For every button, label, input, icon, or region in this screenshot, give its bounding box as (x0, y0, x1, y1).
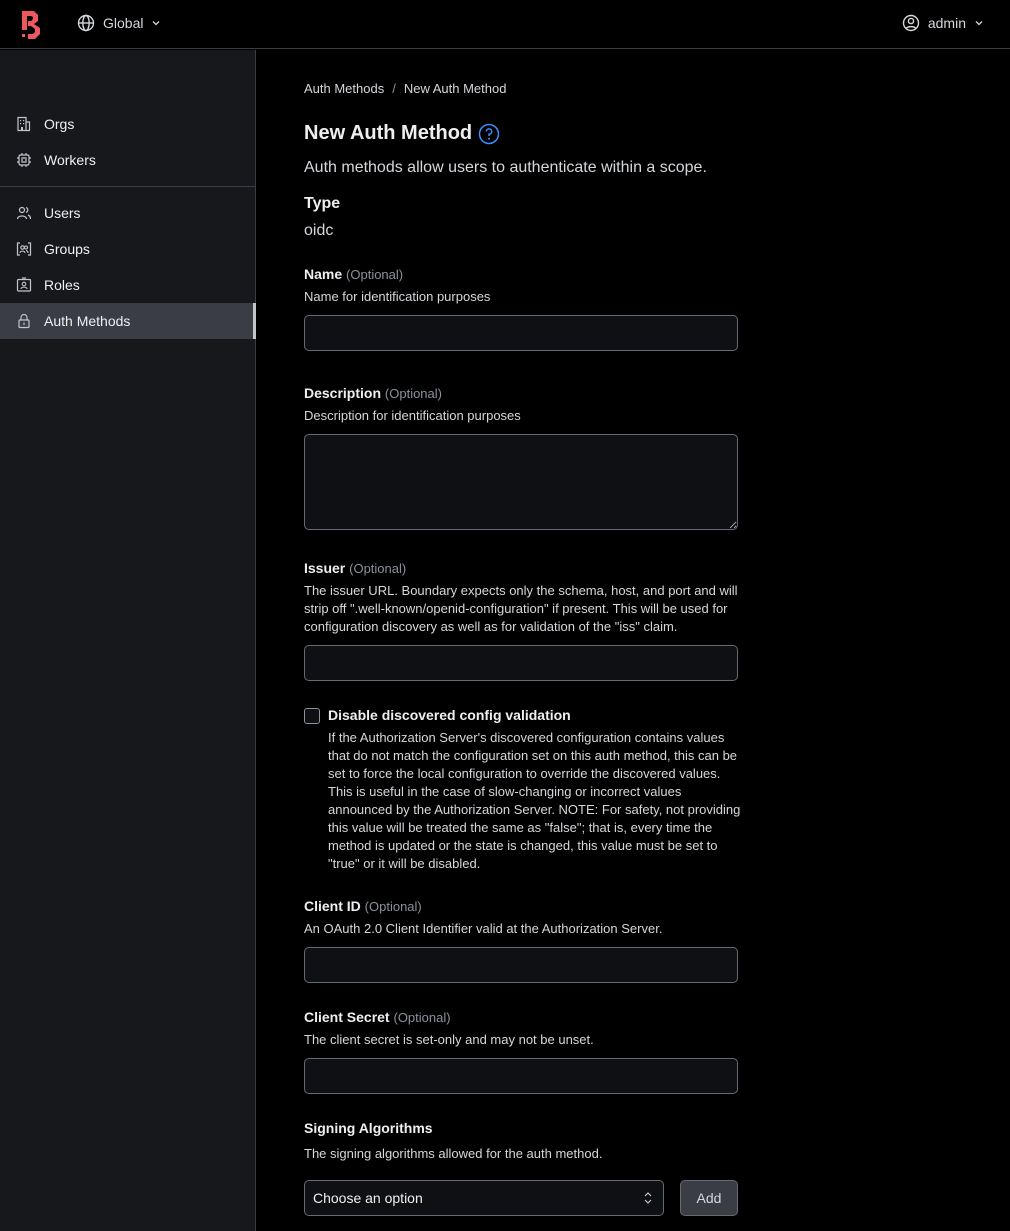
sidebar-item-label: Auth Methods (44, 313, 131, 329)
client-secret-input[interactable] (304, 1058, 738, 1094)
sidebar-item-label: Users (44, 205, 81, 221)
page-title: New Auth Method (304, 122, 744, 145)
sidebar-item-label: Groups (44, 241, 90, 257)
breadcrumb: Auth Methods / New Auth Method (304, 81, 744, 96)
id-card-icon (16, 277, 32, 292)
client-id-label: Client ID (304, 898, 361, 914)
sidebar-divider (0, 186, 255, 187)
sidebar-item-label: Orgs (44, 116, 75, 132)
sidebar-item-roles[interactable]: Roles (0, 267, 255, 303)
sidebar-item-workers[interactable]: Workers (0, 142, 255, 178)
user-menu[interactable]: admin (902, 14, 984, 32)
issuer-help: The issuer URL. Boundary expects only th… (304, 583, 738, 634)
signing-algorithms-field: Signing Algorithms The signing algorithm… (304, 1120, 744, 1216)
breadcrumb-current: New Auth Method (403, 81, 507, 96)
signing-algorithms-label: Signing Algorithms (304, 1120, 433, 1136)
sidebar: Orgs Workers Users Groups Roles Auth Met… (0, 50, 256, 1231)
sidebar-item-orgs[interactable]: Orgs (0, 106, 255, 142)
client-id-help: An OAuth 2.0 Client Identifier valid at … (304, 921, 663, 936)
lock-icon (18, 313, 30, 329)
scope-label: Global (103, 15, 144, 31)
signing-algorithms-help: The signing algorithms allowed for the a… (304, 1146, 603, 1161)
description-field: Description (Optional) Description for i… (304, 385, 744, 530)
user-label: admin (927, 15, 966, 31)
type-value: oidc (304, 222, 334, 239)
name-input[interactable] (304, 315, 738, 351)
description-textarea[interactable] (304, 434, 738, 530)
client-secret-field: Client Secret (Optional) The client secr… (304, 1009, 744, 1094)
optional-tag: (Optional) (393, 1010, 451, 1025)
top-header: Global admin (0, 0, 1010, 49)
client-secret-help: The client secret is set-only and may no… (304, 1032, 594, 1047)
page-description: Auth methods allow users to authenticate… (304, 159, 707, 176)
breadcrumb-separator: / (392, 81, 396, 96)
name-help: Name for identification purposes (304, 289, 491, 304)
disable-validation-label[interactable]: Disable discovered config validation (328, 707, 744, 723)
chevron-down-icon (975, 21, 983, 26)
description-label: Description (304, 385, 382, 401)
description-help: Description for identification purposes (304, 408, 521, 423)
sidebar-item-auth-methods[interactable]: Auth Methods (0, 303, 256, 339)
optional-tag: (Optional) (364, 899, 422, 914)
breadcrumb-parent-link[interactable]: Auth Methods (304, 81, 384, 96)
type-label: Type (304, 195, 341, 212)
name-label: Name (304, 266, 343, 282)
scope-switcher[interactable]: Global (77, 14, 161, 32)
disable-validation-field: Disable discovered config validation If … (304, 707, 744, 873)
select-value: Choose an option (313, 1190, 423, 1206)
folder-users-icon (16, 242, 32, 256)
issuer-input[interactable] (304, 645, 738, 681)
user-circle-icon (902, 14, 920, 32)
cpu-icon (17, 153, 31, 167)
optional-tag: (Optional) (349, 561, 407, 576)
disable-validation-help: If the Authorization Server's discovered… (328, 730, 741, 871)
main-content: Auth Methods / New Auth Method New Auth … (304, 50, 744, 1216)
client-id-field: Client ID (Optional) An OAuth 2.0 Client… (304, 898, 744, 983)
chevron-up-down-icon (644, 1192, 652, 1204)
client-id-input[interactable] (304, 947, 738, 983)
client-secret-label: Client Secret (304, 1009, 390, 1025)
page-title-text: New Auth Method (304, 122, 473, 144)
boundary-logo-icon[interactable] (20, 10, 46, 40)
building-icon (17, 116, 31, 132)
signing-algorithms-select[interactable]: Choose an option (304, 1180, 664, 1216)
help-icon[interactable] (478, 123, 500, 145)
globe-icon (77, 14, 95, 32)
optional-tag: (Optional) (384, 386, 442, 401)
name-field: Name (Optional) Name for identification … (304, 266, 744, 351)
sidebar-item-groups[interactable]: Groups (0, 231, 255, 267)
sidebar-item-users[interactable]: Users (0, 195, 255, 231)
issuer-label: Issuer (304, 560, 346, 576)
chevron-down-icon (153, 21, 160, 26)
optional-tag: (Optional) (346, 267, 404, 282)
issuer-field: Issuer (Optional) The issuer URL. Bounda… (304, 560, 744, 681)
users-icon (16, 206, 32, 220)
add-signing-algorithm-button[interactable]: Add (680, 1180, 738, 1216)
disable-validation-checkbox[interactable] (304, 708, 320, 724)
sidebar-item-label: Roles (44, 277, 80, 293)
sidebar-item-label: Workers (44, 152, 96, 168)
